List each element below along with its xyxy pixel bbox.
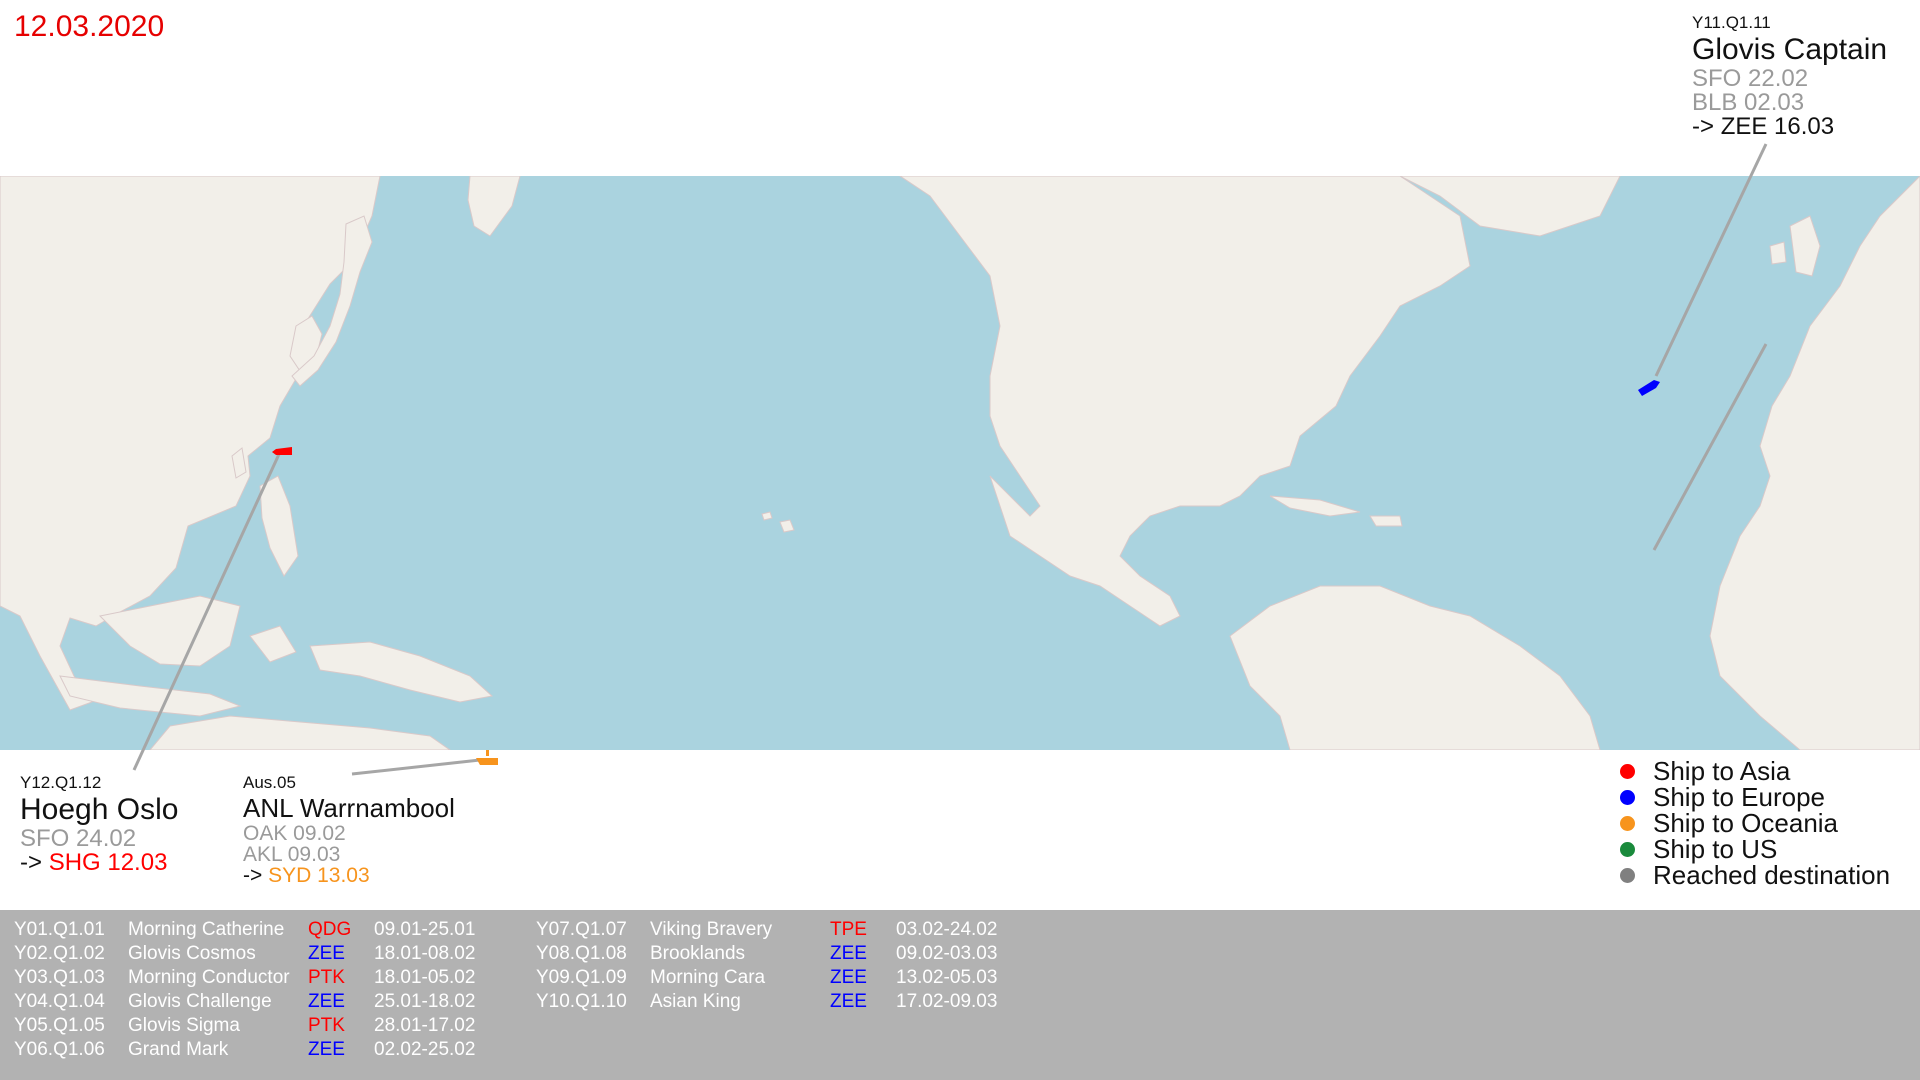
ship-name: Morning Catherine	[128, 919, 285, 940]
ship-marker-oceania[interactable]	[476, 750, 498, 765]
ship-card-anl-warrnambool: Aus.05 ANL Warrnambool OAK 09.02 AKL 09.…	[243, 774, 455, 886]
date-range: 25.01-18.02	[374, 991, 476, 1012]
ship-code: Y12.Q1.12	[20, 773, 102, 792]
ship-code: Y06.Q1.06	[14, 1039, 105, 1060]
legend-dot-icon	[1620, 789, 1635, 805]
legend: Ship to Asia Ship to Europe Ship to Ocea…	[1618, 756, 1890, 890]
ship-name: Glovis Sigma	[128, 1015, 240, 1036]
legend-item-europe: Ship to Europe	[1618, 782, 1890, 812]
legend-dot-icon	[1620, 763, 1635, 779]
legend-dot-icon	[1620, 867, 1635, 883]
port-code: PTK	[308, 967, 345, 988]
table-row: Y10.Q1.10 Asian King ZEE 17.02-09.03	[536, 990, 1026, 1014]
ship-name: ANL Warrnambool	[243, 793, 455, 823]
port-code: PTK	[308, 1015, 345, 1036]
table-row: Y04.Q1.04 Glovis Challenge ZEE 25.01-18.02	[14, 990, 504, 1014]
ship-name: Morning Cara	[650, 967, 766, 988]
legend-item-asia: Ship to Asia	[1618, 756, 1890, 786]
table-column-right: Y07.Q1.07 Viking Bravery TPE 03.02-24.02 Y08…	[536, 918, 1026, 1014]
date-range: 17.02-09.03	[896, 991, 998, 1012]
ship-code: Y08.Q1.08	[536, 943, 627, 964]
date-range: 09.02-03.03	[896, 943, 998, 964]
port-code: TPE	[830, 919, 867, 940]
port-code: ZEE	[830, 967, 867, 988]
ship-name: Asian King	[650, 991, 741, 1012]
ship-marker-asia[interactable]	[272, 447, 292, 455]
stop-1: SFO 24.02	[20, 825, 137, 852]
port-code: ZEE	[308, 991, 345, 1012]
date-range: 02.02-25.02	[374, 1039, 476, 1060]
date-range: 09.01-25.01	[374, 919, 476, 940]
ship-code: Y03.Q1.03	[14, 967, 105, 988]
leader-line-anl-warrnambool	[351, 758, 481, 776]
date-range: 28.01-17.02	[374, 1015, 476, 1036]
table-row: Y01.Q1.01 Morning Catherine QDG 09.01-25.01	[14, 918, 504, 942]
table-column-left: Y01.Q1.01 Morning Catherine QDG 09.01-25.01…	[14, 918, 504, 1062]
table-row: Y02.Q1.02 Glovis Cosmos ZEE 18.01-08.02	[14, 942, 504, 966]
completed-ships-table: Y01.Q1.01 Morning Catherine QDG 09.01-25.01…	[0, 910, 1920, 1080]
ship-marker-europe[interactable]	[1638, 380, 1660, 396]
legend-dot-icon	[1620, 841, 1635, 857]
table-row: Y06.Q1.06 Grand Mark ZEE 02.02-25.02	[14, 1038, 504, 1062]
ship-name: Glovis Challenge	[128, 991, 272, 1012]
destination: -> SYD 13.03	[243, 864, 370, 887]
ship-code: Y09.Q1.09	[536, 967, 627, 988]
date-range: 03.02-24.02	[896, 919, 998, 940]
table-row: Y05.Q1.05 Glovis Sigma PTK 28.01-17.02	[14, 1014, 504, 1038]
legend-item-oceania: Ship to Oceania	[1618, 808, 1890, 838]
port-code: ZEE	[308, 943, 345, 964]
ship-name: Glovis Cosmos	[128, 943, 256, 964]
port-code: ZEE	[830, 943, 867, 964]
ship-code: Y10.Q1.10	[536, 991, 627, 1012]
ship-code: Y07.Q1.07	[536, 919, 627, 940]
port-code: QDG	[308, 919, 352, 940]
table-row: Y07.Q1.07 Viking Bravery TPE 03.02-24.02	[536, 918, 1026, 942]
table-row: Y03.Q1.03 Morning Conductor PTK 18.01-05.02	[14, 966, 504, 990]
legend-item-us: Ship to US	[1618, 834, 1890, 864]
port-code: ZEE	[830, 991, 867, 1012]
ship-name: Morning Conductor	[128, 967, 290, 988]
ship-code: Y02.Q1.02	[14, 943, 105, 964]
leader-line-glovis-captain	[1654, 143, 1768, 377]
ship-name: Grand Mark	[128, 1039, 229, 1060]
port-code: ZEE	[308, 1039, 345, 1060]
ship-name: Hoegh Oslo	[20, 793, 179, 826]
leader-line-hoegh-oslo	[132, 451, 282, 771]
ship-name: Brooklands	[650, 943, 746, 964]
ship-code: Y04.Q1.04	[14, 991, 105, 1012]
table-row: Y08.Q1.08 Brooklands ZEE 09.02-03.03	[536, 942, 1026, 966]
legend-item-reached: Reached destination	[1618, 860, 1890, 890]
ship-code: Aus.05	[243, 773, 296, 792]
date-range: 18.01-05.02	[374, 967, 476, 988]
legend-dot-icon	[1620, 815, 1635, 831]
ship-card-hoegh-oslo: Y12.Q1.12 Hoegh Oslo SFO 24.02 -> SHG 12…	[20, 774, 178, 875]
destination: -> SHG 12.03	[20, 849, 168, 876]
date-range: 18.01-08.02	[374, 943, 476, 964]
table-row: Y09.Q1.09 Morning Cara ZEE 13.02-05.03	[536, 966, 1026, 990]
date-range: 13.02-05.03	[896, 967, 998, 988]
ship-name: Viking Bravery	[650, 919, 773, 940]
stop-2: AKL 09.03	[243, 843, 341, 866]
ship-code: Y01.Q1.01	[14, 919, 105, 940]
stop-1: OAK 09.02	[243, 822, 346, 845]
ship-code: Y05.Q1.05	[14, 1015, 105, 1036]
